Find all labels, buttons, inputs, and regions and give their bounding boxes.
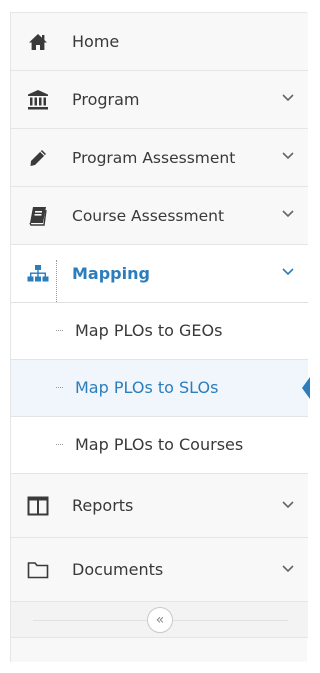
home-icon [27,31,49,53]
sidebar-item-home[interactable]: Home [11,13,308,71]
chevron-down-icon [282,501,294,509]
sidebar-item-label: Reports [72,496,134,515]
sidebar-item-label: Mapping [72,264,150,283]
collapse-sidebar-button[interactable]: « [147,607,173,633]
book-icon [27,205,49,227]
chevron-down-icon [282,94,294,102]
sidebar-item-label: Course Assessment [72,207,225,225]
sidebar-item-program[interactable]: Program [11,71,308,129]
chevron-down-icon [282,268,294,276]
chevron-down-icon [282,210,294,218]
submenu-item-map-plos-to-geos[interactable]: Map PLOs to GEOs [11,303,308,360]
sidebar-collapse-bar: « [11,602,308,638]
submenu-item-map-plos-to-courses[interactable]: Map PLOs to Courses [11,417,308,474]
columns-icon [27,495,49,517]
sidebar-item-label: Program Assessment [72,149,236,167]
folder-icon [27,559,49,581]
submenu-item-map-plos-to-slos[interactable]: Map PLOs to SLOs [11,360,310,417]
bank-icon [27,89,49,111]
tree-dash [56,444,63,445]
sidebar-item-label: Home [72,32,120,51]
tree-dash [56,387,63,388]
active-indicator-caret [302,377,310,399]
submenu-item-label: Map PLOs to GEOs [75,321,223,340]
sidebar-item-course-assessment[interactable]: Course Assessment [11,187,308,245]
sidebar: Home Program Program Assessment Course A… [10,12,310,662]
submenu-item-label: Map PLOs to SLOs [75,378,219,397]
pencil-icon [27,147,49,169]
chevron-down-icon [282,565,294,573]
submenu-item-label: Map PLOs to Courses [75,435,244,454]
sidebar-item-program-assessment[interactable]: Program Assessment [11,129,308,187]
sitemap-icon [27,263,49,285]
sidebar-item-reports[interactable]: Reports [11,474,308,538]
double-chevron-left-icon: « [155,612,165,628]
chevron-down-icon [282,152,294,160]
tree-dash [56,330,63,331]
sidebar-item-label: Program [72,90,140,109]
sidebar-item-label: Documents [72,560,164,579]
sidebar-item-documents[interactable]: Documents [11,538,308,602]
